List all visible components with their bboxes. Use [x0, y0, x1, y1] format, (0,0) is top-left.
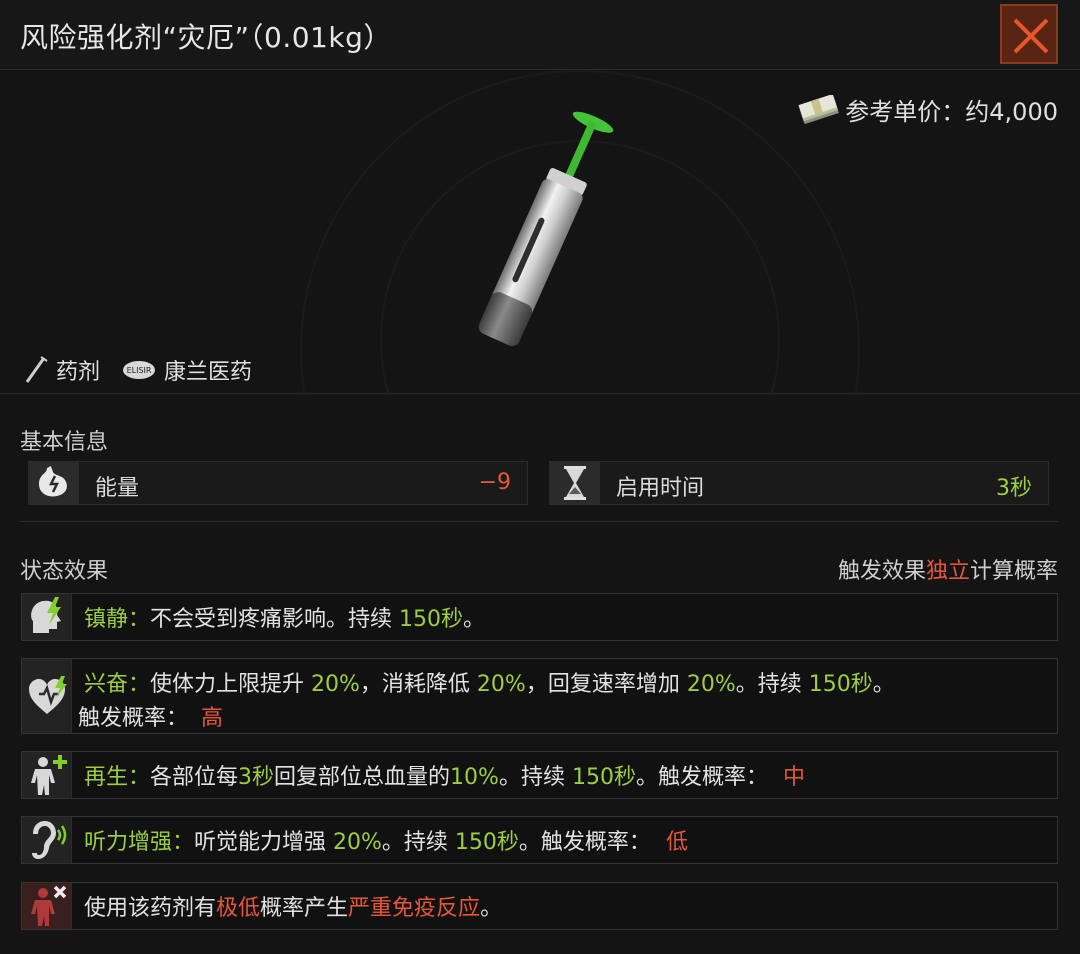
effect-icon-box	[22, 659, 72, 733]
stat-use-time-label: 启用时间	[616, 476, 705, 501]
price-label: 参考单价：约4,000	[845, 98, 1058, 126]
money-stack-icon	[798, 94, 840, 124]
effect-row-hearing-boost: 听力增强：听觉能力增强 20%。持续 150秒。触发概率： 低	[21, 816, 1058, 864]
effect-icon-box	[22, 817, 72, 863]
effect-description: 兴奋：使体力上限提升 20%，消耗降低 20%，回复速率增加 20%。持续 15…	[84, 672, 895, 697]
effect-icon-box	[22, 883, 72, 929]
close-button[interactable]	[1000, 4, 1058, 64]
syringe-icon	[25, 356, 48, 383]
ear-sound-icon	[32, 821, 67, 859]
basic-info-heading: 基本信息	[20, 430, 109, 455]
effect-text: 听力增强：听觉能力增强 20%。持续 150秒。触发概率： 低	[84, 830, 688, 855]
item-tags: 药剂 ELISIR 康兰医药	[22, 354, 274, 386]
effect-icon-box	[22, 752, 72, 798]
tag-manufacturer-label: 康兰医药	[164, 360, 253, 385]
item-preview: 参考单价：约4,000 药剂 ELISIR 康兰医药	[0, 70, 1080, 394]
effect-text: 使用该药剂有极低概率产生严重免疫反应。	[84, 896, 503, 921]
stat-energy: 能量 −9	[28, 461, 528, 505]
stat-icon-box	[29, 462, 79, 504]
item-title: 风险强化剂“灾厄”（0.01kg）	[20, 21, 392, 54]
syringe-item-image	[478, 111, 614, 347]
stat-use-time-value: 3秒	[996, 476, 1032, 501]
svg-text:ELISIR: ELISIR	[127, 366, 152, 375]
effect-text: 兴奋：使体力上限提升 20%，消耗降低 20%，回复速率增加 20%。持续 15…	[84, 669, 1043, 700]
status-effects-heading: 状态效果	[20, 559, 109, 584]
reference-price: 参考单价：约4,000	[797, 92, 1058, 127]
effect-trigger-chance: 触发概率： 高	[78, 706, 224, 731]
body-cross-icon	[31, 885, 67, 926]
effect-row-excitement: 兴奋：使体力上限提升 20%，消耗降低 20%，回复速率增加 20%。持续 15…	[21, 658, 1058, 734]
elisir-logo-icon: ELISIR	[123, 361, 156, 379]
hourglass-icon	[564, 466, 586, 500]
effect-icon-box	[22, 594, 72, 640]
section-divider	[20, 521, 1058, 522]
stat-icon-box	[550, 462, 600, 504]
trigger-probability-note: 触发效果独立计算概率	[837, 559, 1058, 584]
heart-bolt-icon	[29, 676, 67, 714]
stat-energy-label: 能量	[95, 476, 140, 501]
effect-row-regeneration: 再生：各部位每3秒回复部位总血量的10%。持续 150秒。触发概率： 中	[21, 751, 1058, 799]
close-icon	[1013, 18, 1049, 54]
title-bar: 风险强化剂“灾厄”（0.01kg）	[0, 0, 1080, 70]
stat-energy-value: −9	[478, 470, 511, 495]
stat-use-time: 启用时间 3秒	[549, 461, 1049, 505]
tag-category: 药剂	[22, 354, 100, 386]
effect-row-immune-reaction: 使用该药剂有极低概率产生严重免疫反应。	[21, 882, 1058, 930]
effect-row-sedation: 镇静：不会受到疼痛影响。持续 150秒。	[21, 593, 1058, 641]
body-plus-icon	[31, 755, 67, 795]
stomach-icon	[39, 466, 67, 497]
effect-text: 再生：各部位每3秒回复部位总血量的10%。持续 150秒。触发概率： 中	[84, 765, 805, 790]
effect-text: 镇静：不会受到疼痛影响。持续 150秒。	[84, 607, 486, 632]
tag-category-label: 药剂	[56, 360, 101, 385]
tag-manufacturer: ELISIR 康兰医药	[122, 354, 252, 386]
sedation-head-icon	[31, 597, 61, 633]
